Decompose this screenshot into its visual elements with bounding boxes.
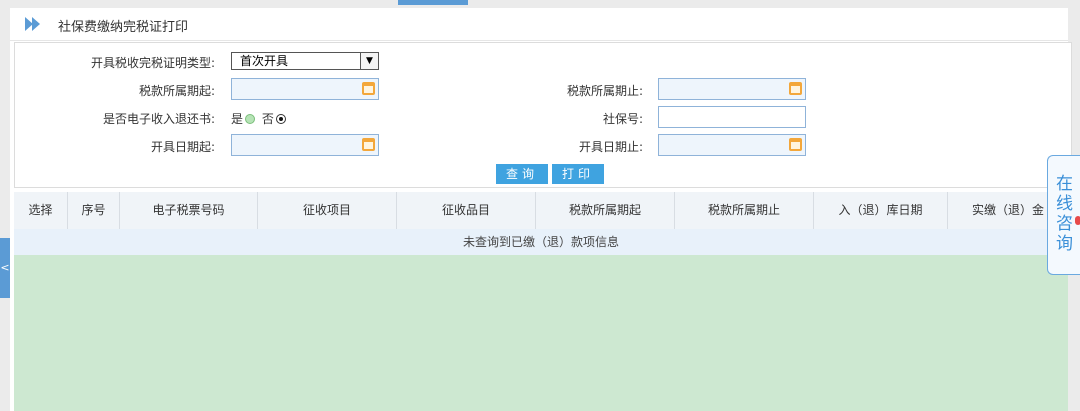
top-tab-indicator[interactable] (398, 0, 468, 5)
column-header[interactable]: 序号 (68, 192, 120, 229)
column-header[interactable]: 征收项目 (258, 192, 397, 229)
tax-period-start-label: 税款所属期起: (138, 84, 215, 98)
e-refund-label: 是否电子收入退还书: (102, 112, 215, 126)
calendar-icon[interactable] (362, 138, 375, 151)
social-security-no-label: 社保号: (602, 112, 643, 126)
calendar-icon[interactable] (789, 82, 802, 95)
sidebar-toggle-button[interactable]: < (0, 238, 10, 298)
column-header[interactable]: 选择 (14, 192, 68, 229)
e-refund-radio-group: 是 否 (231, 110, 289, 127)
notification-dot (1075, 216, 1080, 225)
results-grid-header: 选择 序号 电子税票号码 征收项目 征收品目 税款所属期起 税款所属期止 入（退… (14, 192, 1068, 230)
title-bar: 社保费缴纳完税证打印 (10, 8, 1068, 41)
tax-period-end-label: 税款所属期止: (566, 84, 643, 98)
top-strip (10, 0, 1068, 8)
column-header[interactable]: 入（退）库日期 (814, 192, 948, 229)
issue-date-start-input[interactable] (231, 134, 379, 156)
double-arrow-icon (25, 17, 40, 31)
radio-no-label: 否 (261, 112, 274, 126)
social-security-no-input[interactable] (658, 106, 806, 128)
query-form: 开具税收完税证明类型: 首次开具 ▼ 税款所属期起: 税款所属期止: 是否电子收… (14, 42, 1072, 188)
left-strip (0, 0, 10, 411)
query-button[interactable]: 查询 (496, 164, 548, 184)
cert-type-value: 首次开具 (240, 54, 289, 68)
radio-yes[interactable] (245, 114, 256, 124)
online-consult-label: 在线咨询 (1056, 174, 1073, 254)
online-consult-button[interactable]: 在线咨询 (1047, 155, 1080, 275)
radio-yes-label: 是 (231, 112, 244, 126)
column-header[interactable]: 电子税票号码 (120, 192, 258, 229)
tax-period-start-input[interactable] (231, 78, 379, 100)
issue-date-start-label: 开具日期起: (150, 140, 215, 154)
column-header[interactable]: 税款所属期止 (675, 192, 814, 229)
issue-date-end-input[interactable] (658, 134, 806, 156)
tax-period-end-input[interactable] (658, 78, 806, 100)
column-header[interactable]: 征收品目 (397, 192, 536, 229)
calendar-icon[interactable] (789, 138, 802, 151)
cert-type-label: 开具税收完税证明类型: (90, 56, 215, 70)
page-title: 社保费缴纳完税证打印 (58, 20, 189, 35)
chevron-down-icon[interactable]: ▼ (360, 53, 378, 69)
print-button[interactable]: 打印 (552, 164, 604, 184)
cert-type-select[interactable]: 首次开具 ▼ (231, 52, 379, 70)
calendar-icon[interactable] (362, 82, 375, 95)
radio-no[interactable] (275, 114, 286, 124)
column-header[interactable]: 税款所属期起 (536, 192, 675, 229)
issue-date-end-label: 开具日期止: (578, 140, 643, 154)
empty-message: 未查询到已缴（退）款项信息 (14, 229, 1068, 255)
